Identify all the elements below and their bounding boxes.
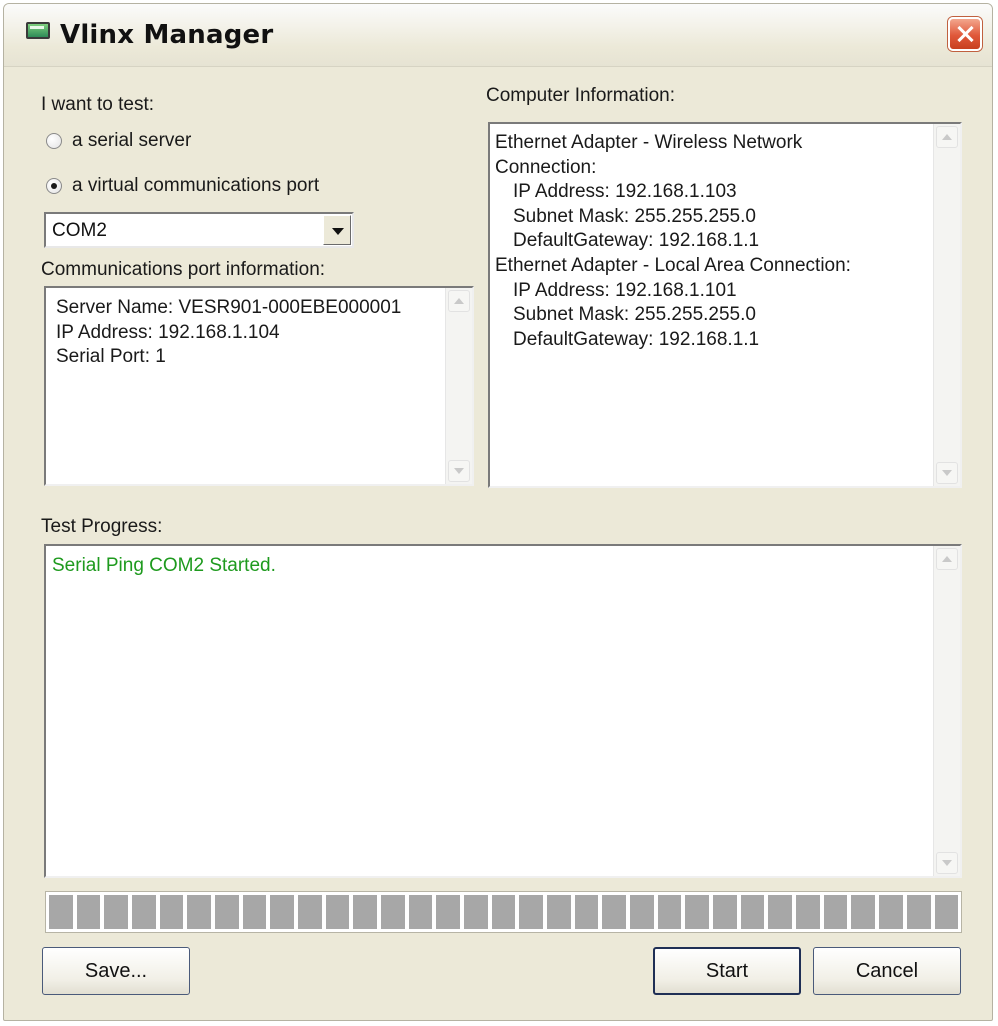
com-port-value: COM2: [52, 220, 107, 241]
radio-button-selected-icon[interactable]: [46, 178, 62, 194]
progress-segment: [381, 895, 405, 929]
radio-button-icon[interactable]: [46, 133, 62, 149]
computer-info-line: Ethernet Adapter - Wireless Network: [495, 132, 803, 153]
test-progress-log[interactable]: Serial Ping COM2 Started.: [44, 544, 962, 878]
progress-segment: [713, 895, 737, 929]
progress-segment: [464, 895, 488, 929]
port-info-label: Communications port information:: [41, 259, 326, 280]
com-port-select[interactable]: COM2: [44, 212, 354, 248]
progress-segment: [242, 895, 267, 929]
progress-segment: [879, 895, 903, 929]
progress-segment: [298, 895, 322, 929]
port-info-line: Serial Port: 1: [56, 346, 166, 367]
window-title: Vlinx Manager: [60, 20, 274, 50]
progress-segment: [491, 895, 516, 929]
computer-info-textbox[interactable]: Ethernet Adapter - Wireless Network Conne…: [488, 122, 962, 488]
progress-segment: [215, 895, 239, 929]
test-progress-scrollbar[interactable]: [933, 546, 960, 876]
close-icon[interactable]: [948, 17, 982, 51]
progress-segment: [906, 895, 931, 929]
progress-segment: [159, 895, 184, 929]
computer-info-line: DefaultGateway: 192.168.1.1: [513, 230, 760, 252]
progress-segment: [270, 895, 295, 929]
test-type-label: I want to test:: [41, 94, 154, 115]
progress-segment: [436, 895, 461, 929]
scroll-down-icon[interactable]: [936, 462, 958, 484]
computer-info-line: IP Address: 192.168.1.101: [513, 279, 737, 301]
port-info-scrollbar[interactable]: [445, 288, 472, 484]
computer-info-label: Computer Information:: [486, 85, 676, 106]
port-info-line: IP Address: 192.168.1.104: [56, 321, 280, 343]
save-button[interactable]: Save...: [42, 947, 190, 995]
progress-segment: [408, 895, 433, 929]
app-window-icon: [26, 22, 50, 39]
progress-segment: [353, 895, 378, 929]
progress-segment: [104, 895, 129, 929]
radio-serial-server-label[interactable]: a serial server: [72, 130, 191, 152]
progress-segment: [76, 895, 101, 929]
radio-virtual-port-label[interactable]: a virtual communications port: [72, 175, 319, 197]
progress-segment: [574, 895, 599, 929]
progress-segment: [768, 895, 793, 929]
test-progress-text: Serial Ping COM2 Started.: [52, 554, 276, 579]
progress-bar: [45, 891, 962, 933]
scroll-up-icon[interactable]: [936, 126, 958, 148]
title-bar[interactable]: Vlinx Manager: [4, 4, 992, 67]
progress-segment: [685, 895, 710, 929]
computer-info-line: Subnet Mask: 255.255.255.0: [513, 304, 756, 326]
vlinx-manager-window: Vlinx Manager I want to test: a serial s…: [3, 3, 993, 1021]
progress-segment: [49, 895, 73, 929]
cancel-button[interactable]: Cancel: [813, 947, 961, 995]
port-info-line: Server Name: VESR901-000EBE000001: [56, 297, 402, 318]
port-info-textbox[interactable]: Server Name: VESR901-000EBE000001 IP Addr…: [44, 286, 474, 486]
test-progress-label: Test Progress:: [41, 516, 163, 537]
port-info-text: Server Name: VESR901-000EBE000001 IP Addr…: [56, 296, 401, 370]
progress-segment: [740, 895, 765, 929]
progress-segment: [547, 895, 571, 929]
progress-segment: [630, 895, 654, 929]
progress-segment: [602, 895, 627, 929]
progress-segment: [796, 895, 820, 929]
computer-info-scrollbar[interactable]: [933, 124, 960, 486]
computer-info-line: Ethernet Adapter - Local Area Connection…: [495, 254, 851, 276]
progress-segment: [519, 895, 544, 929]
chevron-down-icon[interactable]: [323, 215, 351, 245]
log-line: Serial Ping COM2 Started.: [52, 555, 276, 576]
progress-segment: [325, 895, 350, 929]
scroll-up-icon[interactable]: [448, 290, 470, 312]
progress-segment: [851, 895, 876, 929]
progress-segment: [187, 895, 212, 929]
computer-info-text: Ethernet Adapter - Wireless Network Conne…: [495, 131, 851, 352]
scroll-up-icon[interactable]: [936, 548, 958, 570]
computer-info-line: DefaultGateway: 192.168.1.1: [513, 328, 760, 350]
scroll-down-icon[interactable]: [448, 460, 470, 482]
computer-info-line: Subnet Mask: 255.255.255.0: [513, 205, 756, 227]
scroll-down-icon[interactable]: [936, 852, 958, 874]
progress-segment: [657, 895, 682, 929]
start-button[interactable]: Start: [653, 947, 801, 995]
computer-info-line: IP Address: 192.168.1.103: [513, 181, 737, 203]
progress-segment: [132, 895, 156, 929]
computer-info-line: Connection:: [495, 156, 597, 178]
progress-segment: [823, 895, 848, 929]
progress-segment: [934, 895, 959, 929]
